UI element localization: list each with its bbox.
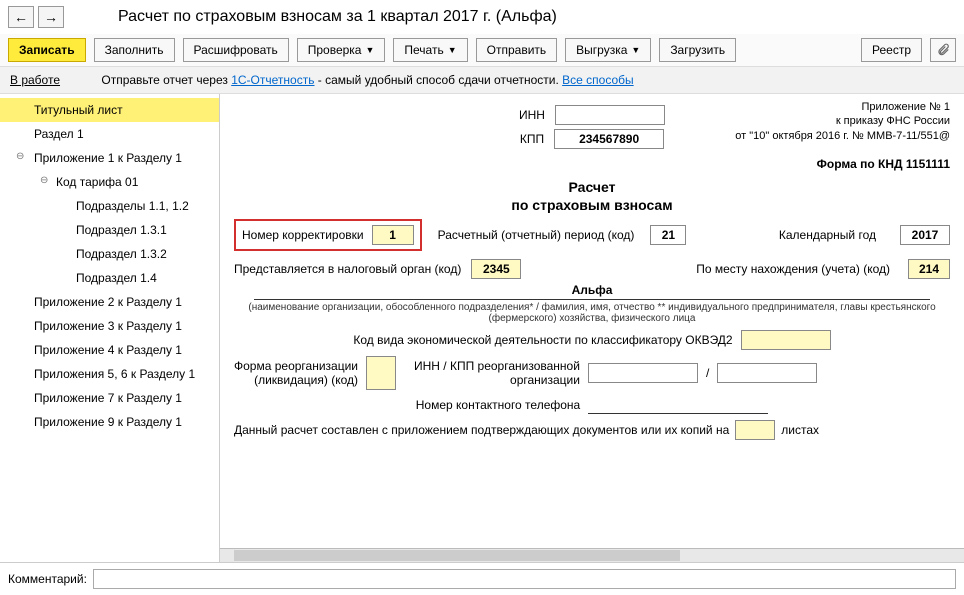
place-label: По месту нахождения (учета) (код) bbox=[696, 262, 890, 276]
chevron-down-icon: ▼ bbox=[448, 45, 457, 55]
send-button[interactable]: Отправить bbox=[476, 38, 558, 62]
okved-field[interactable] bbox=[741, 330, 831, 350]
okved-label: Код вида экономической деятельности по к… bbox=[353, 333, 732, 347]
tree-section-1[interactable]: Раздел 1 bbox=[0, 122, 219, 146]
reorg-code-field[interactable] bbox=[366, 356, 396, 390]
link-all-methods[interactable]: Все способы bbox=[562, 73, 634, 87]
load-button[interactable]: Загрузить bbox=[659, 38, 736, 62]
comment-label: Комментарий: bbox=[8, 572, 87, 586]
tree-sub-11-12[interactable]: Подразделы 1.1, 1.2 bbox=[0, 194, 219, 218]
decode-button[interactable]: Расшифровать bbox=[183, 38, 289, 62]
form-content: Приложение № 1 к приказу ФНС России от "… bbox=[220, 94, 964, 562]
tree-sub-132[interactable]: Подраздел 1.3.2 bbox=[0, 242, 219, 266]
reorg-label-2: (ликвидация) (код) bbox=[234, 373, 358, 387]
save-button[interactable]: Записать bbox=[8, 38, 86, 62]
phone-field[interactable] bbox=[588, 396, 768, 414]
correction-field[interactable]: 1 bbox=[372, 225, 414, 245]
link-1c[interactable]: 1С-Отчетность bbox=[231, 73, 314, 87]
place-field[interactable]: 214 bbox=[908, 259, 950, 279]
phone-label: Номер контактного телефона bbox=[416, 398, 580, 412]
tree-sub-14[interactable]: Подраздел 1.4 bbox=[0, 266, 219, 290]
docs-label-1: Данный расчет составлен с приложением по… bbox=[234, 423, 729, 437]
reorg-inn-label-1: ИНН / КПП реорганизованной bbox=[414, 359, 580, 373]
year-field[interactable]: 2017 bbox=[900, 225, 950, 245]
reorg-inn-label-2: организации bbox=[414, 373, 580, 387]
export-button[interactable]: Выгрузка▼ bbox=[565, 38, 651, 62]
reorg-kpp-field[interactable] bbox=[717, 363, 817, 383]
tree-app3[interactable]: Приложение 3 к Разделу 1 bbox=[0, 314, 219, 338]
page-title: Расчет по страховым взносам за 1 квартал… bbox=[118, 8, 557, 26]
tree-title-sheet[interactable]: Титульный лист bbox=[0, 98, 219, 122]
heading-1: Расчет bbox=[234, 179, 950, 195]
inn-field[interactable] bbox=[555, 105, 665, 125]
kpp-field[interactable]: 234567890 bbox=[554, 129, 664, 149]
print-button[interactable]: Печать▼ bbox=[393, 38, 467, 62]
tree-tariff-01[interactable]: Код тарифа 01 bbox=[0, 170, 219, 194]
registry-button[interactable]: Реестр bbox=[861, 38, 922, 62]
period-field[interactable]: 21 bbox=[650, 225, 686, 245]
taxorg-field[interactable]: 2345 bbox=[471, 259, 521, 279]
status-bar: В работе Отправьте отчет через 1С-Отчетн… bbox=[0, 67, 964, 94]
taxorg-label: Представляется в налоговый орган (код) bbox=[234, 262, 461, 276]
heading-2: по страховым взносам bbox=[234, 197, 950, 213]
year-label: Календарный год bbox=[779, 228, 876, 242]
tree-app56[interactable]: Приложения 5, 6 к Разделу 1 bbox=[0, 362, 219, 386]
tree-app9[interactable]: Приложение 9 к Разделу 1 bbox=[0, 410, 219, 434]
chevron-down-icon: ▼ bbox=[365, 45, 374, 55]
tree-app7[interactable]: Приложение 7 к Разделу 1 bbox=[0, 386, 219, 410]
org-name[interactable]: Альфа bbox=[254, 283, 930, 300]
fill-button[interactable]: Заполнить bbox=[94, 38, 175, 62]
forward-button[interactable]: → bbox=[38, 6, 64, 28]
correction-highlight: Номер корректировки 1 bbox=[234, 219, 422, 251]
check-button[interactable]: Проверка▼ bbox=[297, 38, 386, 62]
status-text: Отправьте отчет через bbox=[101, 73, 231, 87]
docs-count-field[interactable] bbox=[735, 420, 775, 440]
horizontal-scrollbar[interactable] bbox=[220, 548, 964, 562]
slash: / bbox=[706, 366, 709, 380]
org-note: (наименование организации, обособленного… bbox=[234, 302, 950, 324]
toolbar: Записать Заполнить Расшифровать Проверка… bbox=[0, 34, 964, 67]
tree-sub-131[interactable]: Подраздел 1.3.1 bbox=[0, 218, 219, 242]
status-label[interactable]: В работе bbox=[10, 73, 60, 87]
tree-app2[interactable]: Приложение 2 к Разделу 1 bbox=[0, 290, 219, 314]
sidebar: Титульный лист Раздел 1 Приложение 1 к Р… bbox=[0, 94, 220, 562]
chevron-down-icon: ▼ bbox=[631, 45, 640, 55]
reorg-inn-field[interactable] bbox=[588, 363, 698, 383]
docs-label-2: листах bbox=[781, 423, 819, 437]
kpp-label: КПП bbox=[520, 132, 544, 146]
correction-label: Номер корректировки bbox=[242, 228, 364, 242]
period-label: Расчетный (отчетный) период (код) bbox=[438, 228, 635, 242]
attach-icon[interactable] bbox=[930, 38, 956, 62]
form-code: Форма по КНД 1151111 bbox=[234, 157, 950, 171]
reorg-label-1: Форма реорганизации bbox=[234, 359, 358, 373]
comment-input[interactable] bbox=[93, 569, 956, 589]
back-button[interactable]: ← bbox=[8, 6, 34, 28]
inn-label: ИНН bbox=[519, 108, 545, 122]
tree-app1[interactable]: Приложение 1 к Разделу 1 bbox=[0, 146, 219, 170]
tree-app4[interactable]: Приложение 4 к Разделу 1 bbox=[0, 338, 219, 362]
